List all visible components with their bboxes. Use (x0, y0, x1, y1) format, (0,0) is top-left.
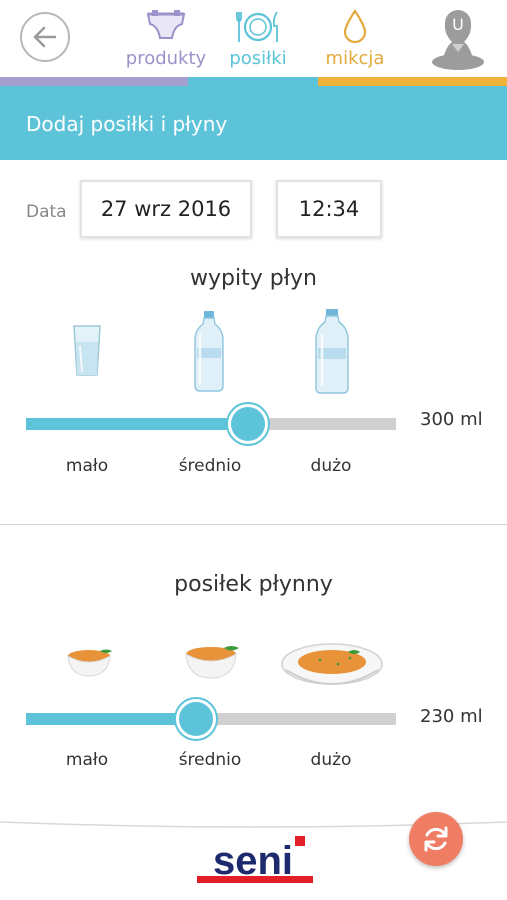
meal-tick-low: mało (65, 750, 109, 770)
drink-tick-mid: średnio (178, 456, 242, 476)
diaper-icon (146, 10, 186, 39)
meal-slider-fill (26, 713, 196, 725)
time-value: 12:34 (298, 197, 360, 221)
avatar-initial: U (452, 15, 464, 34)
drink-slider[interactable] (26, 404, 396, 444)
tab-label: mikcja (325, 48, 385, 69)
drink-slider-thumb[interactable] (228, 404, 268, 444)
soup-plate-icon (281, 643, 383, 685)
meal-slider[interactable] (26, 699, 396, 739)
drink-tick-high: dużo (310, 456, 352, 476)
drink-tick-low: mało (65, 456, 109, 476)
meal-tick-mid: średnio (178, 750, 242, 770)
drink-section-title: wypity płyn (190, 266, 317, 291)
large-bottle-icon (315, 309, 349, 394)
date-value: 27 wrz 2016 (100, 197, 232, 221)
refresh-icon (424, 826, 448, 852)
seni-logo: seni (197, 836, 313, 883)
meal-tick-high: dużo (310, 750, 352, 770)
top-navigation: produkty posiłki mikcja U (0, 0, 507, 86)
section-divider (0, 524, 507, 525)
tab-indicator-posilki (188, 77, 318, 86)
page-header: Dodaj posiłki i płyny (0, 86, 507, 160)
small-soup-bowl-icon (67, 649, 112, 677)
medium-soup-bowl-icon (185, 646, 239, 679)
tab-indicator-mikcja (318, 77, 507, 86)
tab-indicator-produkty (0, 77, 188, 86)
small-bottle-icon (194, 311, 224, 392)
meal-section-title: posiłek płynny (174, 572, 333, 597)
refresh-button[interactable] (409, 812, 463, 866)
plate-cutlery-icon (236, 11, 278, 42)
tab-mikcja[interactable]: mikcja (300, 4, 410, 76)
drink-slider-fill (26, 418, 248, 430)
meal-slider-thumb[interactable] (176, 699, 216, 739)
drop-icon (343, 9, 367, 44)
meal-value: 230 ml (420, 706, 483, 727)
svg-text:seni: seni (213, 839, 293, 883)
back-button[interactable] (20, 12, 70, 62)
drink-value: 300 ml (420, 409, 483, 430)
time-field[interactable]: 12:34 (276, 180, 382, 238)
arrow-left-icon (33, 26, 57, 48)
date-field[interactable]: 27 wrz 2016 (80, 180, 252, 238)
date-label: Data (26, 202, 67, 222)
page-title: Dodaj posiłki i płyny (26, 112, 228, 136)
glass-icon (73, 325, 101, 376)
user-avatar[interactable]: U (428, 6, 488, 70)
